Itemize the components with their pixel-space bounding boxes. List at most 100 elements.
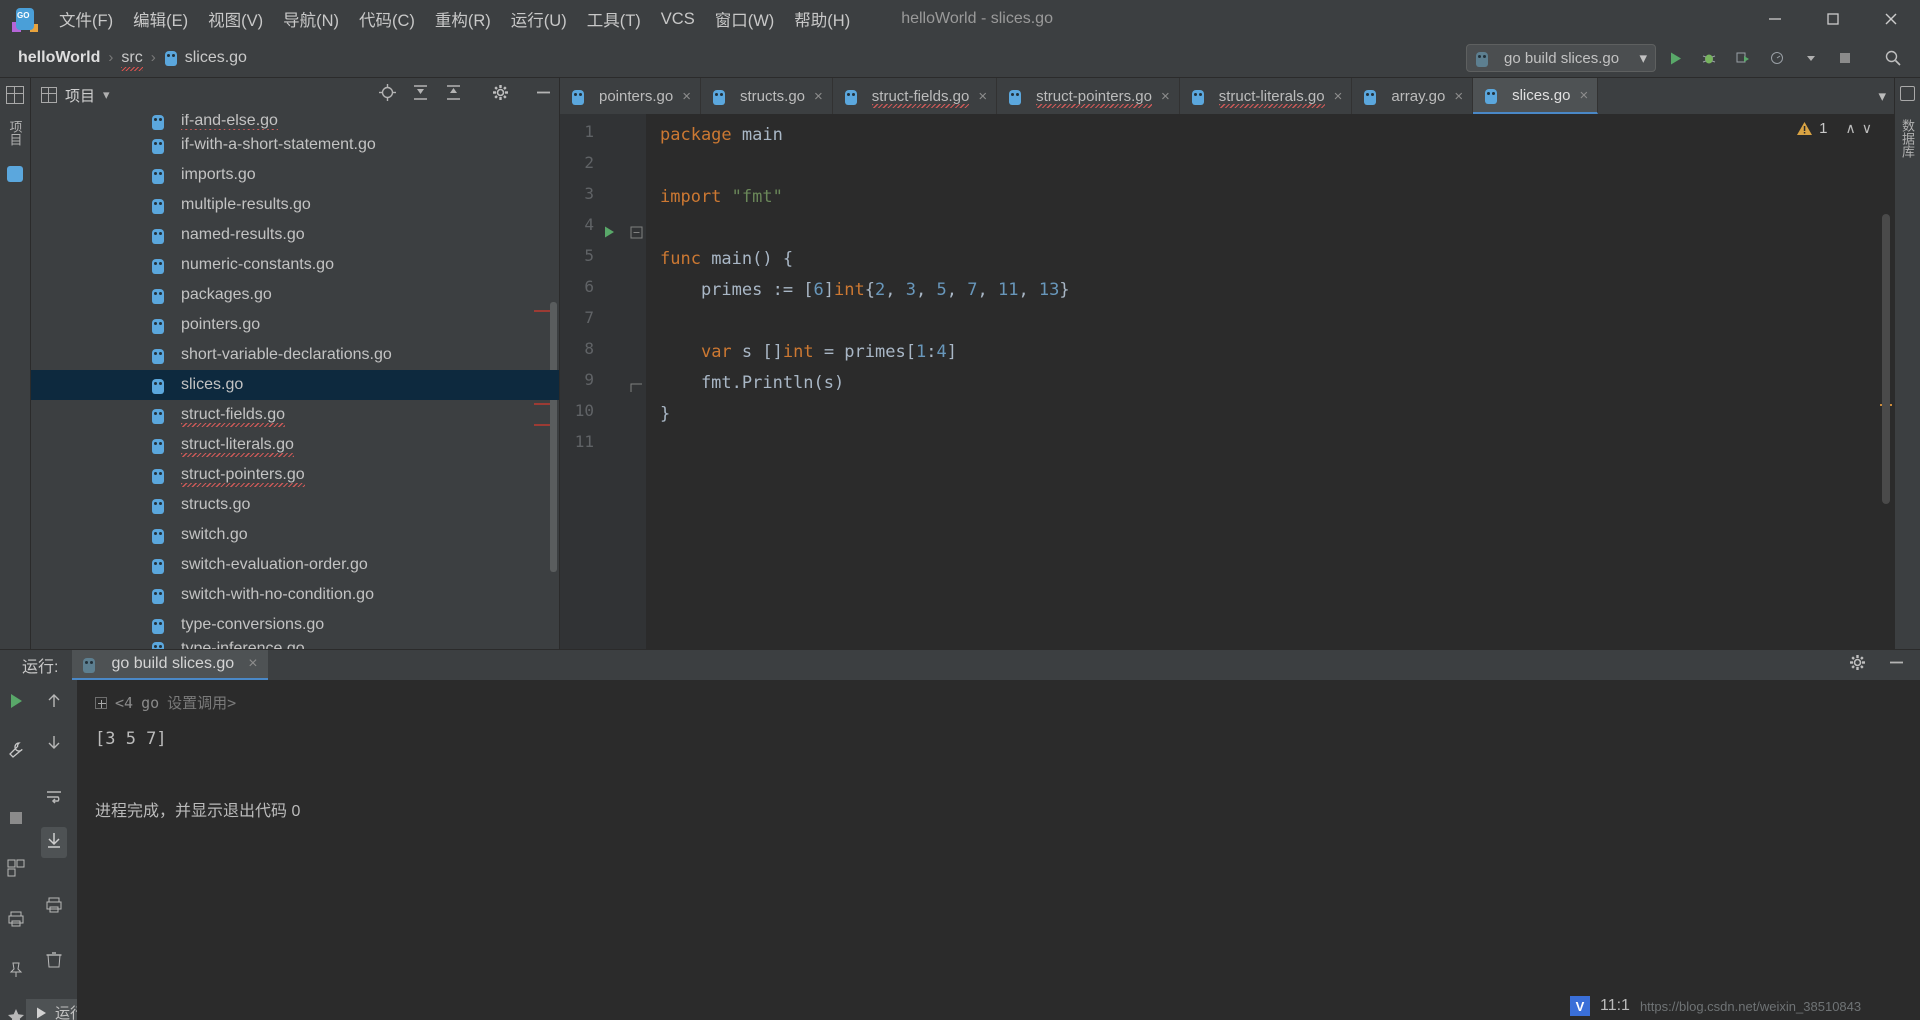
code-content[interactable]: package main import "fmt" func main() { pr…	[646, 114, 1894, 649]
gear-icon[interactable]	[1848, 653, 1867, 677]
wrench-button[interactable]	[7, 741, 25, 764]
code-line[interactable]: var s []int = primes[1:4]	[660, 337, 957, 368]
hide-panel-icon[interactable]	[1887, 653, 1906, 677]
project-file-tree[interactable]: if-and-else.go if-with-a-short-statement.…	[31, 112, 559, 649]
code-line[interactable]: func main() {	[660, 244, 793, 275]
tree-item-switch-go[interactable]: switch.go	[31, 520, 559, 550]
expand-all-icon[interactable]	[411, 83, 430, 107]
scroll-up-button[interactable]	[45, 692, 63, 715]
print-button[interactable]	[7, 910, 25, 933]
tree-item-imports-go[interactable]: imports.go	[31, 160, 559, 190]
prev-warning-icon[interactable]: ∧	[1846, 120, 1856, 137]
run-gutter-icon[interactable]	[602, 225, 616, 244]
chevron-down-icon[interactable]: ▾	[103, 87, 110, 103]
menu-navigate[interactable]: 导航(N)	[274, 4, 348, 34]
breadcrumb-folder[interactable]: src	[121, 49, 144, 71]
editor-tab-structs-go[interactable]: structs.go ×	[701, 78, 833, 114]
menu-file[interactable]: 文件(F)	[50, 4, 122, 34]
close-button[interactable]	[1862, 0, 1920, 38]
next-warning-icon[interactable]: ∨	[1862, 120, 1872, 137]
menu-run[interactable]: 运行(U)	[502, 4, 576, 34]
code-line[interactable]: fmt.Println(s)	[660, 368, 844, 399]
tree-item-structs-go[interactable]: structs.go	[31, 490, 559, 520]
rerun-button[interactable]	[7, 692, 25, 715]
layout-button[interactable]	[7, 859, 25, 882]
tree-item-numeric-constants-go[interactable]: numeric-constants.go	[31, 250, 559, 280]
run-with-coverage-button[interactable]	[1728, 44, 1758, 72]
pin-button[interactable]	[7, 961, 25, 984]
scroll-to-end-button[interactable]	[41, 827, 67, 858]
run-tab[interactable]: go build slices.go ×	[72, 650, 268, 680]
close-icon[interactable]: ×	[978, 88, 987, 105]
editor-tab-array-go[interactable]: array.go ×	[1352, 78, 1474, 114]
favorites-button[interactable]	[7, 1008, 25, 1020]
sidebar-tab-project[interactable]: 项目	[4, 116, 27, 150]
menu-view[interactable]: 视图(V)	[199, 4, 272, 34]
menu-code[interactable]: 代码(C)	[350, 4, 424, 34]
tree-item-if-and-else-go[interactable]: if-and-else.go	[31, 114, 559, 130]
stop-button[interactable]	[8, 810, 24, 831]
code-line[interactable]: package main	[660, 120, 783, 151]
database-tool-icon[interactable]	[1900, 86, 1915, 101]
tree-item-slices-go[interactable]: slices.go	[31, 370, 559, 400]
tree-item-type-inference-go[interactable]: type-inference.go	[31, 640, 559, 649]
tab-list-chevron-icon[interactable]: ▾	[1878, 87, 1886, 105]
tree-item-multiple-results-go[interactable]: multiple-results.go	[31, 190, 559, 220]
search-everywhere-button[interactable]	[1878, 44, 1908, 72]
inspection-widget[interactable]: 1 ∧ ∨	[1796, 120, 1872, 137]
editor-tab-struct-literals-go[interactable]: struct-literals.go ×	[1180, 78, 1353, 114]
tree-item-named-results-go[interactable]: named-results.go	[31, 220, 559, 250]
expand-icon[interactable]	[95, 696, 107, 709]
editor-tab-struct-pointers-go[interactable]: struct-pointers.go ×	[997, 78, 1180, 114]
fold-end-icon[interactable]	[630, 381, 643, 399]
profile-dropdown-icon[interactable]	[1796, 44, 1826, 72]
console-command-hint[interactable]: 设置调用>	[167, 692, 236, 713]
code-line[interactable]: }	[660, 399, 670, 430]
menu-tools[interactable]: 工具(T)	[578, 4, 650, 34]
code-editor[interactable]: 1 2 3 4 5 6 7 8 9 10 11 package main import "fmt" fu…	[560, 114, 1894, 649]
collapse-all-icon[interactable]	[444, 83, 463, 107]
tree-item-if-with-a-short-statement-go[interactable]: if-with-a-short-statement.go	[31, 130, 559, 160]
code-line[interactable]: import "fmt"	[660, 182, 783, 213]
editor-tab-slices-go[interactable]: slices.go ×	[1473, 78, 1599, 114]
gear-icon[interactable]	[491, 83, 510, 107]
console-output[interactable]: <4 go 设置调用> [3 5 7] 进程完成，并显示退出代码 0	[77, 680, 1920, 1020]
close-icon[interactable]: ×	[248, 655, 257, 673]
menu-window[interactable]: 窗口(W)	[706, 4, 784, 34]
tree-item-struct-literals-go[interactable]: struct-literals.go	[31, 430, 559, 460]
maximize-button[interactable]	[1804, 0, 1862, 38]
tree-item-packages-go[interactable]: packages.go	[31, 280, 559, 310]
close-icon[interactable]: ×	[814, 88, 823, 105]
print-console-button[interactable]	[45, 896, 63, 919]
tree-item-switch-with-no-condition-go[interactable]: switch-with-no-condition.go	[31, 580, 559, 610]
menu-help[interactable]: 帮助(H)	[785, 4, 859, 34]
vim-icon[interactable]	[1570, 996, 1590, 1016]
close-icon[interactable]: ×	[1454, 88, 1463, 105]
run-button[interactable]	[1660, 44, 1690, 72]
tree-item-struct-pointers-go[interactable]: struct-pointers.go	[31, 460, 559, 490]
tree-item-struct-fields-go[interactable]: struct-fields.go	[31, 400, 559, 430]
run-configuration-selector[interactable]: go build slices.go ▾	[1466, 44, 1656, 72]
tree-item-type-conversions-go[interactable]: type-conversions.go	[31, 610, 559, 640]
chevron-down-icon[interactable]: ▾	[1639, 49, 1647, 67]
sidebar-tab-database[interactable]: 数据库	[1896, 115, 1919, 162]
breadcrumb-project[interactable]: helloWorld	[18, 49, 100, 67]
menu-vcs[interactable]: VCS	[652, 7, 704, 32]
project-tool-icon[interactable]	[6, 86, 24, 104]
close-icon[interactable]: ×	[682, 88, 691, 105]
clear-all-button[interactable]	[45, 951, 63, 974]
tree-item-short-variable-declarations-go[interactable]: short-variable-declarations.go	[31, 340, 559, 370]
close-icon[interactable]: ×	[1579, 87, 1588, 104]
close-icon[interactable]: ×	[1161, 88, 1170, 105]
editor-tab-pointers-go[interactable]: pointers.go ×	[560, 78, 701, 114]
structure-tool-icon[interactable]	[7, 166, 23, 182]
fold-region-icon[interactable]	[630, 226, 643, 244]
stop-button[interactable]	[1830, 44, 1860, 72]
menu-refactor[interactable]: 重构(R)	[426, 4, 500, 34]
soft-wrap-button[interactable]	[45, 788, 63, 811]
close-icon[interactable]: ×	[1334, 88, 1343, 105]
scroll-down-button[interactable]	[45, 733, 63, 756]
editor-scrollbar[interactable]	[1882, 214, 1890, 504]
tree-item-pointers-go[interactable]: pointers.go	[31, 310, 559, 340]
minimize-button[interactable]	[1746, 0, 1804, 38]
